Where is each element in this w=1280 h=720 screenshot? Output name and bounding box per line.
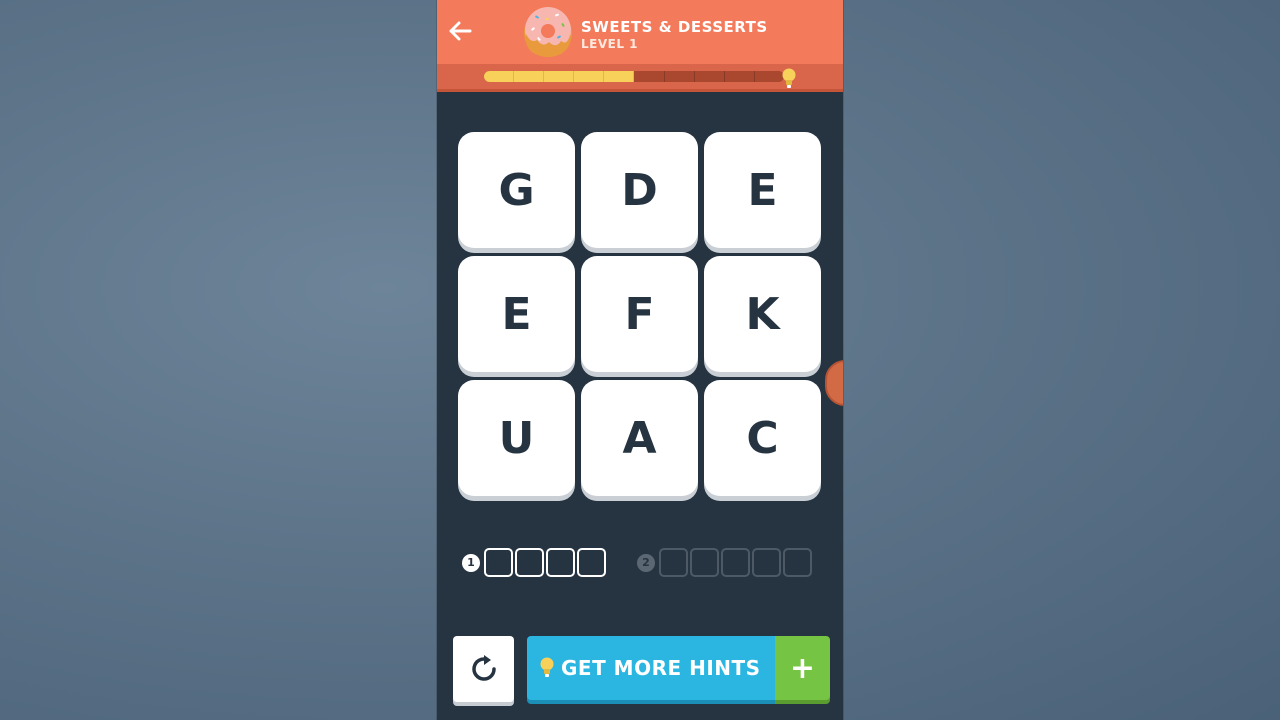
letter-slot bbox=[546, 548, 575, 577]
letter-tile-label: K bbox=[745, 288, 780, 340]
letter-slot bbox=[659, 548, 688, 577]
progress-segment bbox=[514, 71, 545, 82]
letter-slot bbox=[515, 548, 544, 577]
progress-segment bbox=[604, 71, 635, 82]
lightbulb-icon bbox=[782, 68, 796, 88]
buy-hints-plus-button[interactable]: + bbox=[775, 636, 830, 700]
letter-tile-label: G bbox=[498, 164, 535, 216]
letter-tile-label: E bbox=[747, 164, 778, 216]
get-more-hints-button[interactable]: GET MORE HINTS bbox=[527, 636, 775, 700]
progress-segment bbox=[484, 71, 515, 82]
letter-grid: G D E E F K U A C bbox=[458, 132, 822, 496]
letter-tile-label: C bbox=[746, 412, 779, 464]
back-button[interactable] bbox=[445, 16, 475, 46]
word-slot-group: 2 bbox=[637, 548, 814, 577]
donut-icon bbox=[524, 7, 572, 57]
word-number-badge: 1 bbox=[462, 553, 480, 572]
progress-strip bbox=[437, 64, 843, 92]
letter-slot bbox=[783, 548, 812, 577]
progress-segment bbox=[695, 71, 725, 82]
letter-tile-label: A bbox=[622, 412, 657, 464]
plus-icon: + bbox=[789, 650, 816, 686]
letter-tile[interactable]: A bbox=[581, 380, 698, 496]
category-title: SWEETS & DESSERTS bbox=[581, 18, 768, 36]
progress-segment bbox=[755, 71, 784, 82]
letter-slot bbox=[484, 548, 513, 577]
letter-tile-label: E bbox=[501, 288, 532, 340]
refresh-button[interactable] bbox=[453, 636, 514, 702]
letter-slot bbox=[721, 548, 750, 577]
letter-slot bbox=[690, 548, 719, 577]
game-screen: SWEETS & DESSERTS LEVEL 1 G D E E F K U A C 1 2 G… bbox=[437, 0, 843, 720]
letter-tile[interactable]: U bbox=[458, 380, 575, 496]
lightbulb-icon bbox=[540, 657, 554, 677]
letter-tile[interactable]: D bbox=[581, 132, 698, 248]
side-tab-handle[interactable] bbox=[825, 360, 843, 406]
progress-segment bbox=[725, 71, 755, 82]
level-label: LEVEL 1 bbox=[581, 37, 639, 51]
word-number-badge: 2 bbox=[637, 553, 655, 572]
letter-tile[interactable]: E bbox=[704, 132, 821, 248]
letter-tile[interactable]: E bbox=[458, 256, 575, 372]
title-block: SWEETS & DESSERTS LEVEL 1 bbox=[581, 18, 768, 52]
progress-segment bbox=[574, 71, 605, 82]
progress-segment bbox=[634, 71, 665, 82]
letter-tile-label: U bbox=[498, 412, 535, 464]
level-progress-bar bbox=[484, 71, 784, 82]
arrow-left-icon bbox=[449, 21, 472, 41]
letter-tile-label: F bbox=[624, 288, 655, 340]
letter-slot bbox=[752, 548, 781, 577]
letter-tile[interactable]: F bbox=[581, 256, 698, 372]
letter-tile-label: D bbox=[621, 164, 658, 216]
letter-tile[interactable]: K bbox=[704, 256, 821, 372]
progress-segment bbox=[665, 71, 695, 82]
letter-slot bbox=[577, 548, 606, 577]
header-bar: SWEETS & DESSERTS LEVEL 1 bbox=[437, 0, 843, 64]
letter-tile[interactable]: C bbox=[704, 380, 821, 496]
word-slot-group: 1 bbox=[462, 548, 608, 577]
letter-tile[interactable]: G bbox=[458, 132, 575, 248]
get-more-hints-label: GET MORE HINTS bbox=[561, 656, 761, 680]
refresh-icon bbox=[471, 655, 496, 681]
progress-segment bbox=[544, 71, 575, 82]
